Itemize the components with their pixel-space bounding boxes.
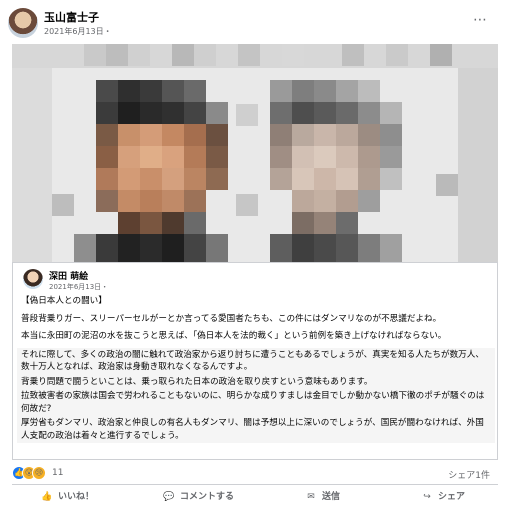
sad-icon[interactable]: 😢	[32, 466, 46, 480]
shared-post[interactable]: 深田 萌絵 2021年6月13日・ 【偽日本人との闘い】 普段背乗りガー、スリー…	[12, 262, 498, 460]
like-label: いいね！	[58, 492, 95, 502]
send-button[interactable]: ✉ 送信	[304, 489, 340, 505]
shared-post-text: 【偽日本人との闘い】 普段背乗りガー、スリーパーセルがーとか言ってる愛国者たちも…	[17, 295, 495, 443]
shared-author[interactable]: 深田 萌絵	[49, 269, 88, 282]
shared-date[interactable]: 2021年6月13日・	[49, 282, 108, 292]
post-author[interactable]: 玉山富士子	[44, 9, 99, 25]
share-icon: ↪	[423, 492, 431, 502]
share-button[interactable]: ↪ シェア	[420, 489, 465, 505]
post-date[interactable]: 2021年6月13日・	[44, 26, 112, 37]
post-paragraph: 拉致被害者の家族は国会で労われることもないのに、明らかな成りすましは金目でしか動…	[17, 389, 495, 416]
more-options-icon[interactable]: ⋯	[473, 12, 488, 28]
share-label: シェア	[438, 492, 466, 502]
avatar[interactable]	[8, 8, 38, 38]
messenger-icon: ✉	[307, 492, 315, 502]
pixelated-photo[interactable]	[12, 44, 498, 262]
post-paragraph: 【偽日本人との闘い】	[21, 296, 107, 306]
thumbs-up-icon: 👍	[41, 492, 53, 502]
post-header: 玉山富士子 2021年6月13日・ ⋯	[8, 8, 488, 38]
share-count[interactable]: シェア1件	[448, 468, 490, 481]
post-paragraph: それに際して、多くの政治の闇に触れて政治家から返り討ちに遭うこともあるでしょうが…	[17, 347, 495, 375]
post-paragraph: 普段背乗りガー、スリーパーセルがーとか言ってる愛国者たちも、この件にはダンマリな…	[21, 313, 442, 324]
send-label: 送信	[322, 492, 341, 502]
post-paragraph: 背乗り問題で闘うといことは、乗っ取られた日本の政治を取り戻すという意味もあります…	[17, 374, 495, 389]
reactions-bar: 👍 😮 😢 11 シェア1件	[12, 466, 498, 482]
post-paragraph: 本当に永田町の泥沼の水を抜こうと思えば、「偽日本人を法的裁く」という前例を築き上…	[21, 331, 447, 341]
comment-label: コメントする	[180, 492, 235, 502]
comment-button[interactable]: 💬 コメントする	[162, 489, 234, 505]
action-bar: 👍 いいね！ 💬 コメントする ✉ 送信 ↪ シェア	[12, 484, 498, 506]
shared-avatar[interactable]	[23, 269, 43, 289]
post-paragraph: 厚労省もダンマリ、政治家と仲良しの有名人もダンマリ、闇は予想以上に深いのでしょう…	[17, 416, 495, 443]
pixelated-image	[12, 44, 498, 262]
reaction-count[interactable]: 11	[52, 468, 63, 478]
comment-icon: 💬	[163, 492, 175, 502]
like-button[interactable]: 👍 いいね！	[40, 489, 94, 505]
